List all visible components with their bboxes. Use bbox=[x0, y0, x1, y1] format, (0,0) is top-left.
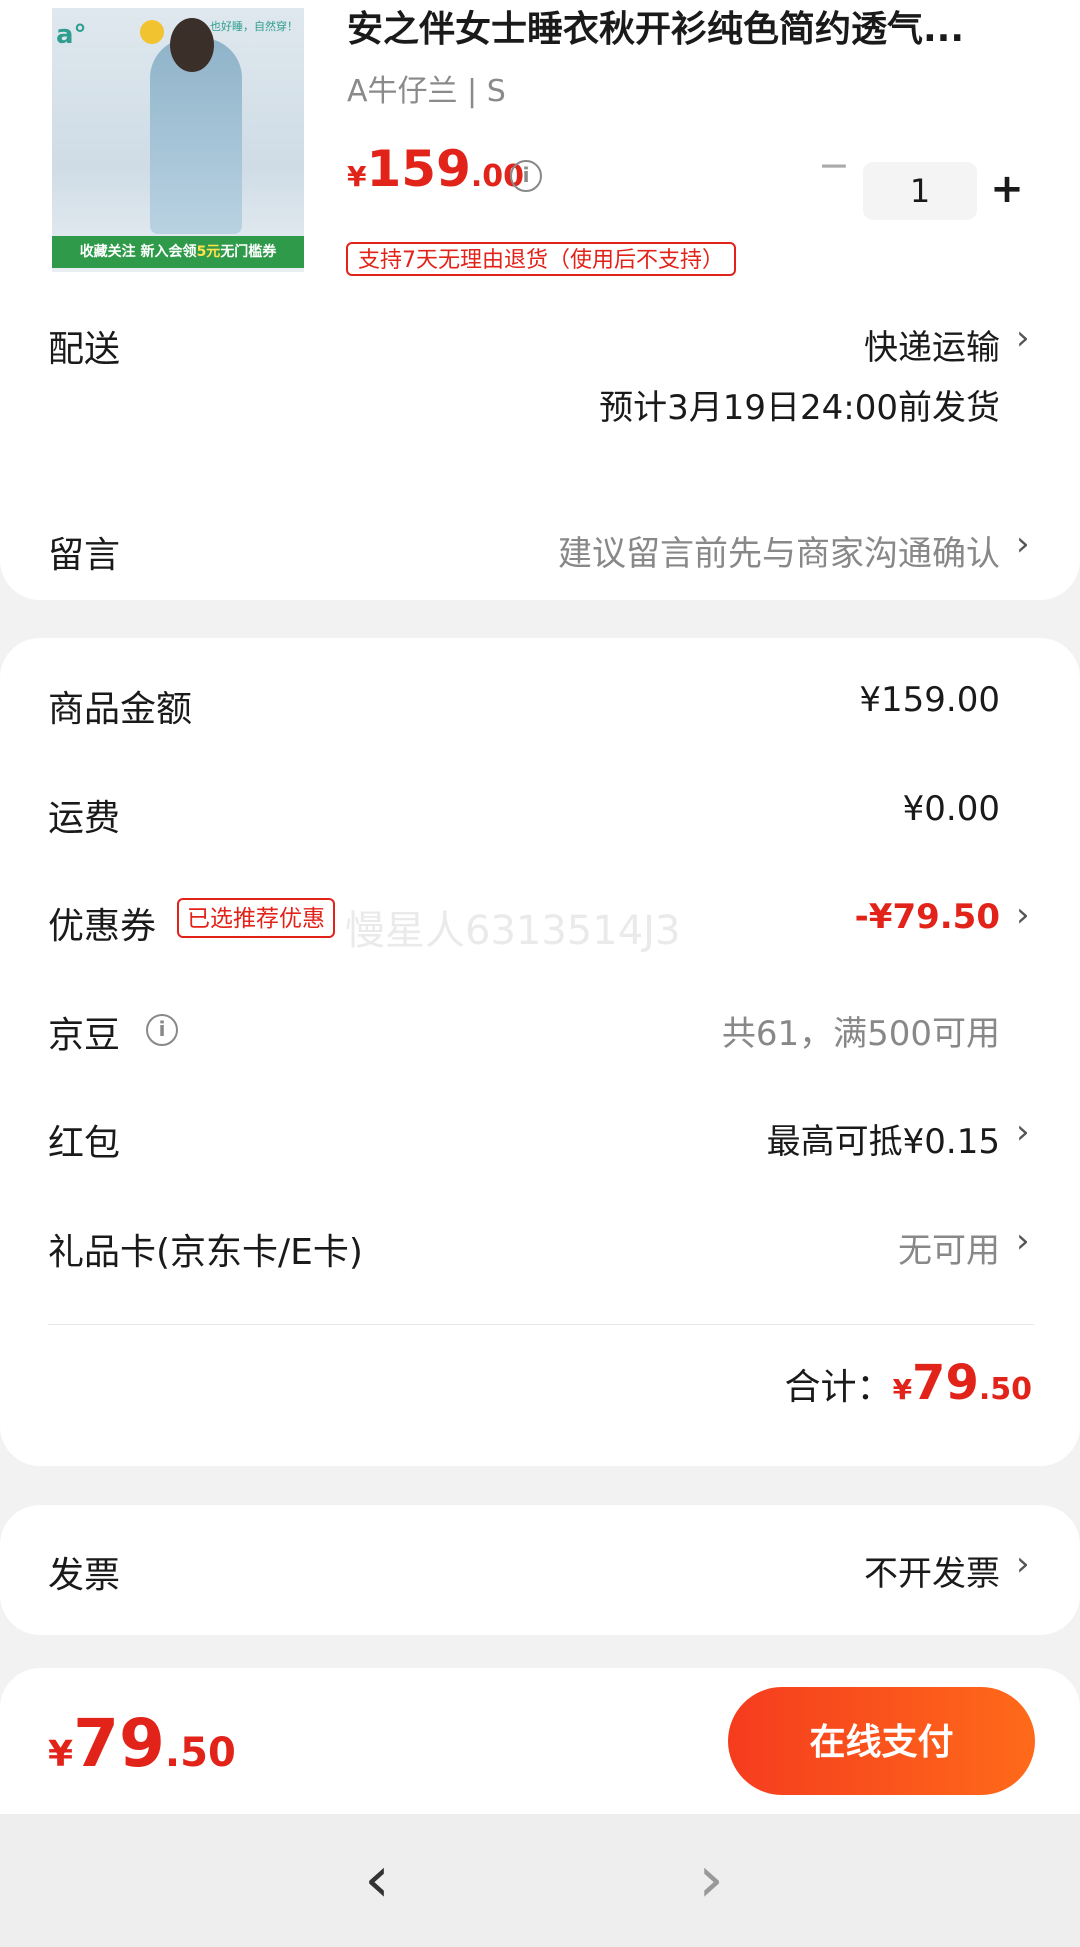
total-label: 合计： bbox=[784, 1367, 893, 1408]
quantity-input[interactable]: 1 bbox=[863, 162, 977, 220]
message-chevron-icon[interactable]: › bbox=[1016, 524, 1030, 564]
gift-card-value[interactable]: 无可用 bbox=[898, 1223, 1000, 1272]
checkout-currency: ¥ bbox=[48, 1734, 74, 1775]
checkout-decimal: .50 bbox=[164, 1730, 236, 1776]
price-currency: ¥ bbox=[347, 160, 367, 193]
promo-strip-text: 收藏关注 新入会领 bbox=[79, 244, 197, 260]
checkout-price: ¥79.50 bbox=[48, 1705, 236, 1782]
gift-card-label: 礼品卡(京东卡/E卡) bbox=[48, 1232, 363, 1273]
delivery-chevron-icon[interactable]: › bbox=[1016, 318, 1030, 358]
product-title[interactable]: 安之伴女士睡衣秋开衫纯色简约透气... bbox=[347, 4, 1017, 56]
invoice-label: 发票 bbox=[48, 1555, 121, 1596]
product-price: ¥159.00 bbox=[347, 140, 524, 198]
pay-online-button[interactable]: 在线支付 bbox=[728, 1687, 1035, 1795]
forward-arrow-icon[interactable]: › bbox=[686, 1840, 736, 1920]
order-total: 合计：¥79.50 bbox=[785, 1355, 1032, 1411]
product-image[interactable]: a° 也好睡，自然穿！ 收藏关注 新入会领5元无门槛券 bbox=[52, 8, 304, 272]
gift-card-chevron-icon[interactable]: › bbox=[1016, 1221, 1030, 1261]
checkout-integer: 79 bbox=[73, 1705, 165, 1782]
goods-amount-value: ¥159.00 bbox=[859, 680, 1000, 720]
image-promo-strip: 收藏关注 新入会领5元无门槛券 bbox=[52, 236, 304, 268]
quantity-increase-button[interactable]: + bbox=[988, 169, 1026, 209]
flower-icon bbox=[140, 20, 164, 44]
product-spec[interactable]: A牛仔兰 | S bbox=[347, 66, 506, 110]
browser-nav-bar bbox=[0, 1814, 1080, 1947]
invoice-value[interactable]: 不开发票 bbox=[864, 1546, 1000, 1595]
total-decimal: .50 bbox=[978, 1372, 1032, 1407]
coupon-recommended-badge: 已选推荐优惠 bbox=[177, 898, 335, 938]
jd-beans-label: 京豆 bbox=[48, 1015, 121, 1056]
quantity-decrease-button[interactable]: − bbox=[818, 146, 850, 184]
delivery-label: 配送 bbox=[48, 329, 121, 370]
price-info-icon[interactable]: i bbox=[510, 160, 542, 192]
order-item-card: a° 也好睡，自然穿！ 收藏关注 新入会领5元无门槛券 安之伴女士睡衣秋开衫纯色… bbox=[0, 0, 1080, 600]
delivery-method[interactable]: 快递运输 bbox=[864, 320, 1000, 369]
shipping-fee-label: 运费 bbox=[48, 798, 121, 839]
goods-amount-label: 商品金额 bbox=[48, 689, 193, 730]
product-model-head bbox=[170, 18, 214, 72]
coupon-discount-value[interactable]: -¥79.50 bbox=[855, 897, 1000, 937]
promo-strip-text-end: 无门槛券 bbox=[220, 244, 277, 260]
message-label: 留言 bbox=[48, 535, 121, 576]
image-slogan: 也好睡，自然穿！ bbox=[210, 20, 298, 33]
user-watermark: 慢星人6313514J3 bbox=[345, 908, 681, 954]
invoice-chevron-icon[interactable]: › bbox=[1016, 1544, 1030, 1584]
coupon-chevron-icon[interactable]: › bbox=[1016, 895, 1030, 935]
total-currency: ¥ bbox=[892, 1373, 913, 1406]
coupon-label: 优惠券 bbox=[48, 906, 157, 947]
delivery-eta: 预计3月19日24:00前发货 bbox=[599, 388, 1000, 428]
jd-beans-info-icon[interactable]: i bbox=[146, 1014, 178, 1046]
red-packet-label: 红包 bbox=[48, 1123, 121, 1164]
message-input[interactable]: 建议留言前先与商家沟通确认 bbox=[558, 526, 1000, 575]
red-packet-chevron-icon[interactable]: › bbox=[1016, 1112, 1030, 1152]
brand-logo: a° bbox=[56, 20, 87, 50]
return-policy-badge: 支持7天无理由退货（使用后不支持） bbox=[346, 242, 736, 276]
cost-divider bbox=[48, 1324, 1034, 1325]
shipping-fee-value: ¥0.00 bbox=[902, 789, 1000, 829]
price-integer: 159 bbox=[366, 140, 471, 198]
promo-strip-highlight: 5元 bbox=[196, 244, 221, 260]
jd-beans-value: 共61，满500可用 bbox=[721, 1014, 1000, 1054]
total-integer: 79 bbox=[912, 1355, 979, 1411]
red-packet-value[interactable]: 最高可抵¥0.15 bbox=[767, 1114, 1000, 1163]
back-arrow-icon[interactable]: ‹ bbox=[352, 1840, 402, 1920]
